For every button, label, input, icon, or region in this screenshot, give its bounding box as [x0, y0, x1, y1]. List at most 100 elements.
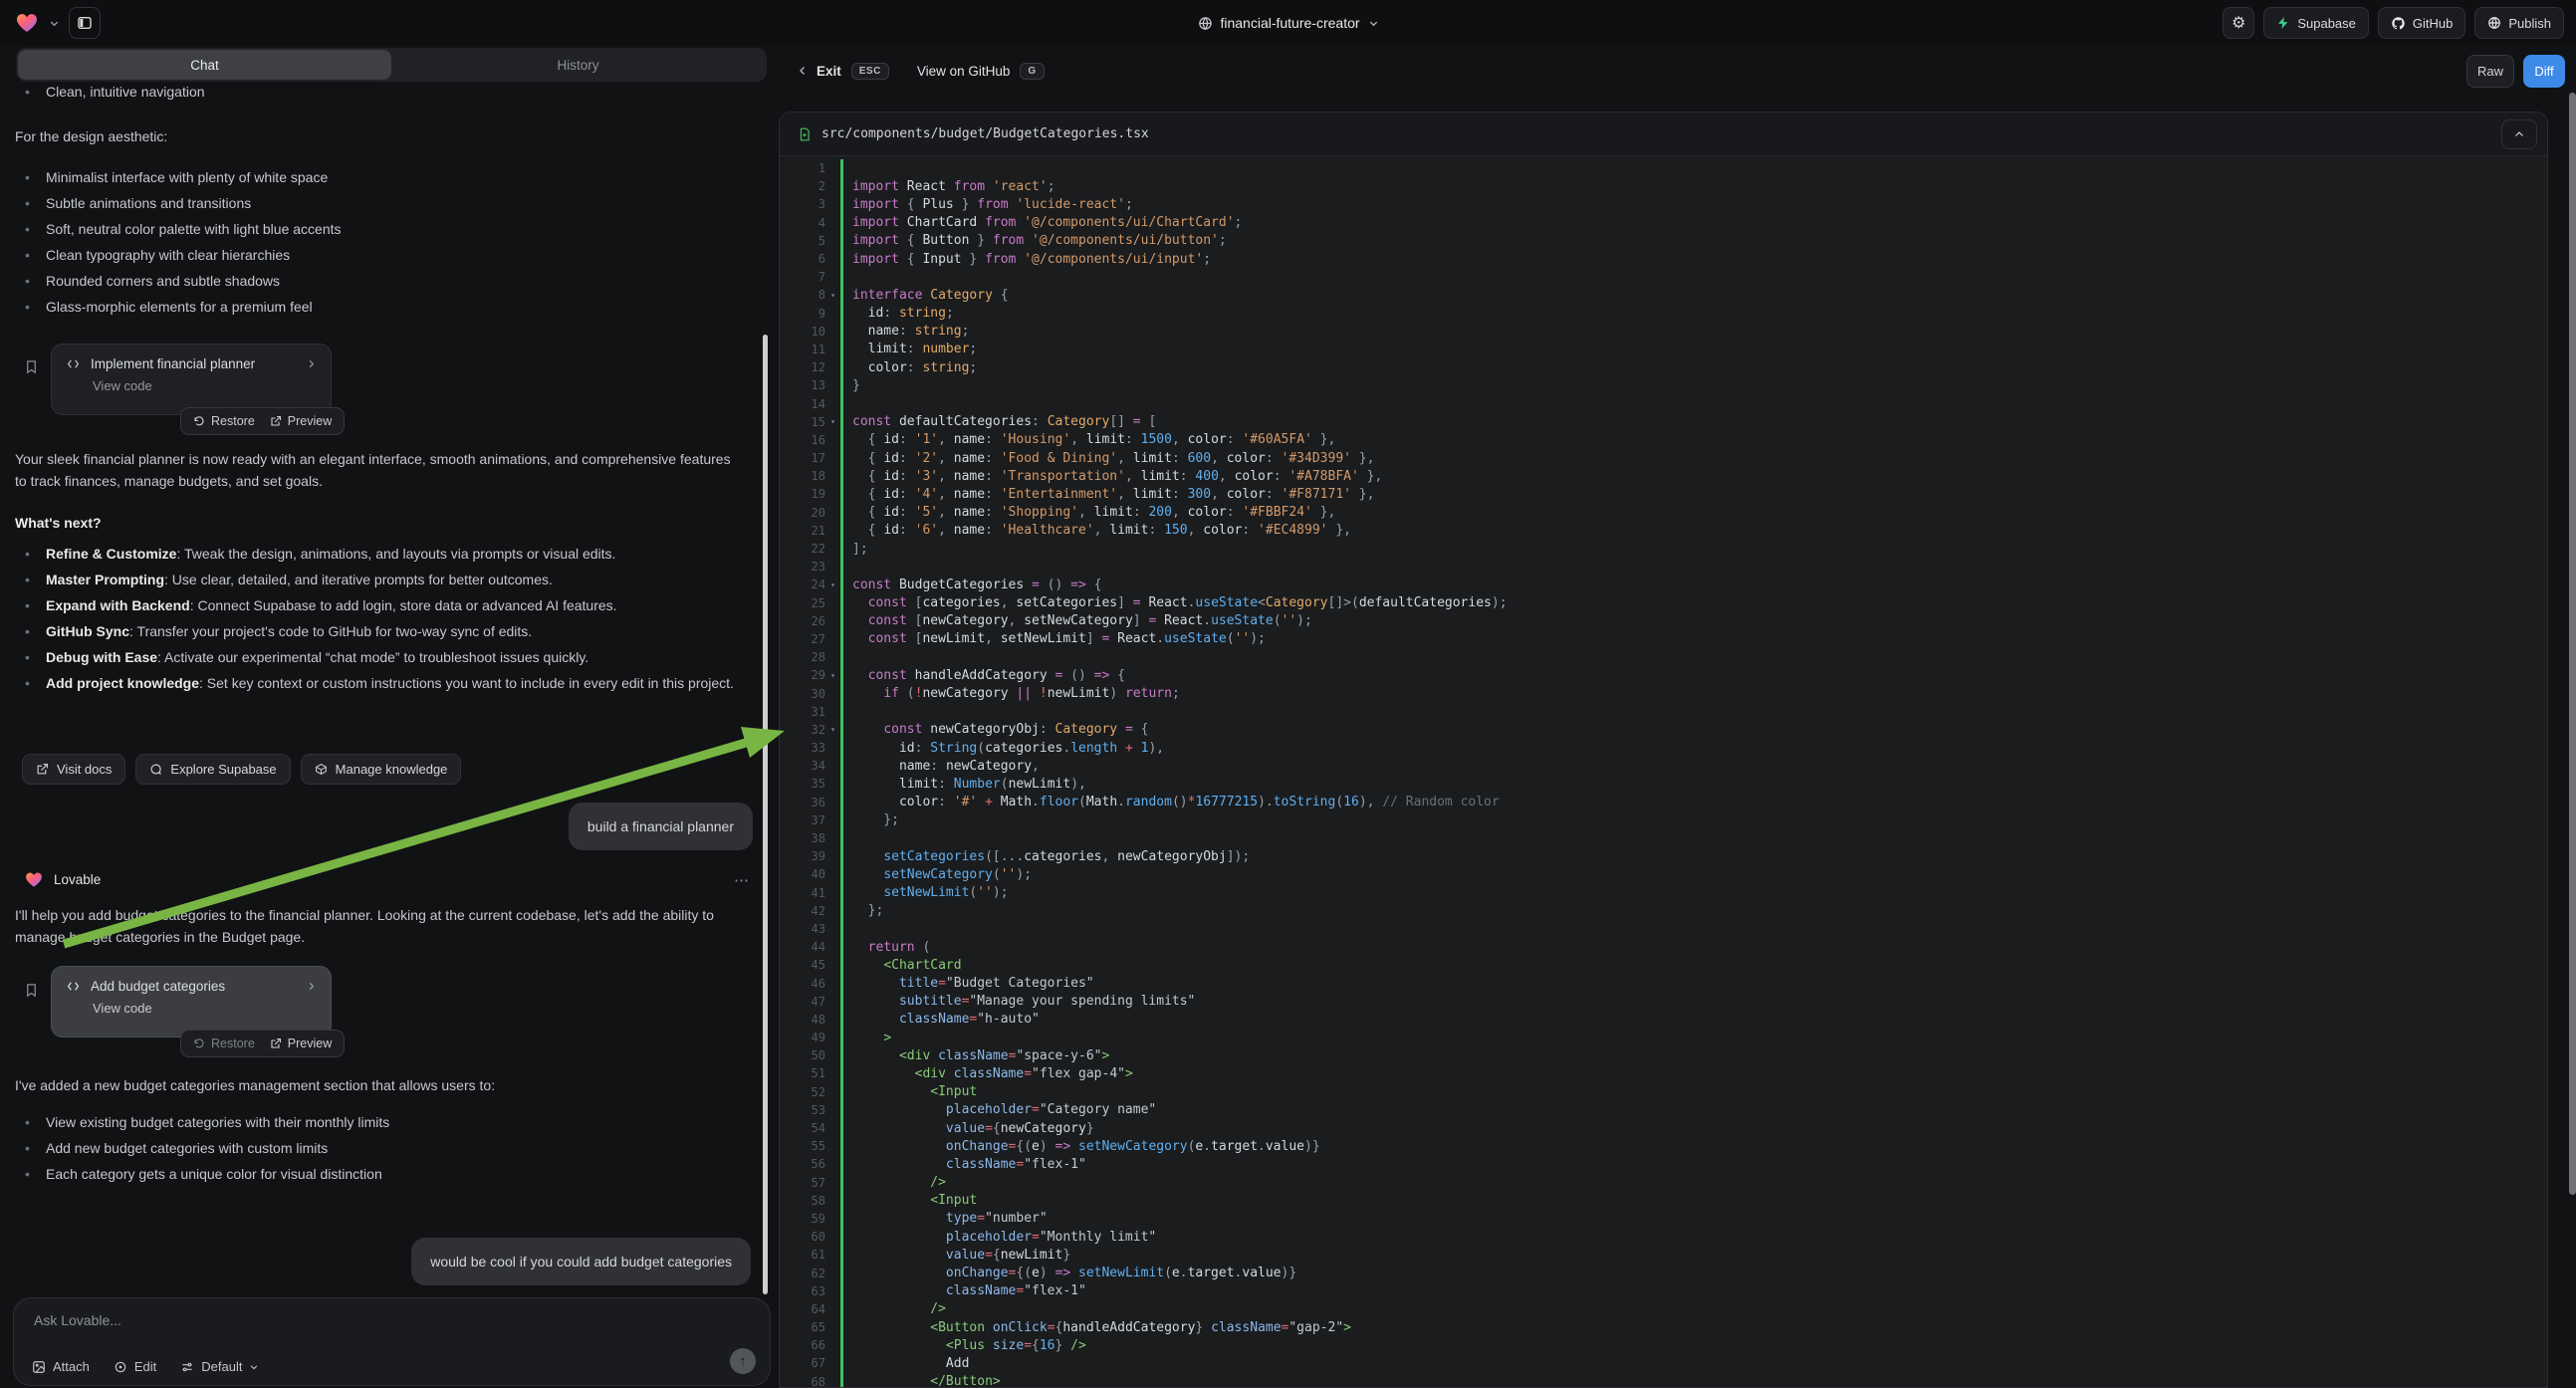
code-line: 50 <div className="space-y-6"> [780, 1046, 2547, 1064]
code-line: 16 { id: '1', name: 'Housing', limit: 15… [780, 431, 2547, 449]
fold-caret-icon[interactable]: ▾ [825, 580, 840, 589]
line-number: 65 [780, 1320, 825, 1334]
code-text: { id: '5', name: 'Shopping', limit: 200,… [843, 505, 1335, 520]
line-number: 13 [780, 378, 825, 392]
code-line: 54 value={newCategory} [780, 1119, 2547, 1137]
chevron-right-icon [306, 981, 317, 992]
bookmark-icon[interactable] [24, 982, 39, 999]
toggle-sidebar-button[interactable] [69, 7, 101, 39]
list-item: Subtle animations and transitions [15, 195, 734, 212]
composer[interactable]: Ask Lovable... Attach Edit Default ↑ [13, 1297, 771, 1386]
github-icon [2391, 16, 2406, 31]
line-number: 12 [780, 360, 825, 374]
preview-button[interactable]: Preview [270, 1037, 332, 1050]
version-card-add-budget-categories[interactable]: Add budget categories View code [51, 966, 332, 1038]
line-number: 7 [780, 270, 825, 284]
diff-added-gutter [840, 159, 843, 177]
version-actions: Restore Preview [180, 1030, 345, 1057]
line-number: 21 [780, 524, 825, 538]
composer-input[interactable]: Ask Lovable... [34, 1312, 121, 1328]
line-number: 50 [780, 1048, 825, 1062]
code-editor[interactable]: 12import React from 'react';3import { Pl… [780, 156, 2547, 1388]
view-code-link[interactable]: View code [93, 378, 317, 393]
restore-button[interactable]: Restore [193, 414, 255, 428]
version-title: Implement financial planner [91, 356, 255, 371]
code-line: 23 [780, 558, 2547, 576]
fold-caret-icon[interactable]: ▾ [825, 417, 840, 426]
collapse-file-button[interactable] [2501, 119, 2537, 149]
project-selector[interactable]: financial-future-creator [1197, 0, 1378, 46]
attach-button[interactable]: Attach [32, 1359, 90, 1374]
visit-docs-button[interactable]: Visit docs [22, 754, 125, 785]
tab-history[interactable]: History [391, 50, 765, 80]
code-text: setCategories([...categories, newCategor… [843, 849, 1250, 864]
line-number: 3 [780, 197, 825, 211]
code-line: 67 Add [780, 1354, 2547, 1372]
manage-knowledge-button[interactable]: Manage knowledge [301, 754, 462, 785]
code-text: subtitle="Manage your spending limits" [843, 994, 1195, 1009]
publish-button[interactable]: Publish [2474, 7, 2564, 39]
diff-toggle-button[interactable]: Diff [2523, 55, 2565, 88]
fold-caret-icon[interactable]: ▾ [825, 291, 840, 300]
mode-selector[interactable]: Default [180, 1359, 259, 1374]
code-line: 21 { id: '6', name: 'Healthcare', limit:… [780, 522, 2547, 540]
code-line: 20 { id: '5', name: 'Shopping', limit: 2… [780, 504, 2547, 522]
chevron-left-icon [797, 65, 809, 77]
code-line: 30 if (!newCategory || !newLimit) return… [780, 684, 2547, 702]
more-options-button[interactable]: ⋯ [734, 871, 751, 889]
settings-button[interactable]: ⚙ [2223, 7, 2254, 39]
workspace-chevron-down-icon[interactable] [49, 18, 60, 29]
line-number: 59 [780, 1212, 825, 1226]
supabase-button[interactable]: Supabase [2263, 7, 2369, 39]
lovable-heart-icon [24, 870, 44, 889]
chat-bubble-icon [149, 763, 162, 776]
code-text: <div className="flex gap-4"> [843, 1066, 1133, 1081]
line-number: 35 [780, 777, 825, 791]
github-button[interactable]: GitHub [2378, 7, 2465, 39]
code-text: onChange={(e) => setNewCategory(e.target… [843, 1139, 1320, 1154]
code-line: 38 [780, 829, 2547, 847]
version-card-implement-financial-planner[interactable]: Implement financial planner View code [51, 344, 332, 415]
assistant-header: Lovable ⋯ [24, 870, 751, 889]
code-text: const [categories, setCategories] = Reac… [843, 595, 1508, 610]
code-line: 66 <Plus size={16} /> [780, 1336, 2547, 1354]
chat-history-tabs: Chat History [16, 48, 767, 82]
globe-icon [1197, 16, 1212, 31]
sliders-icon [180, 1360, 194, 1374]
line-number: 58 [780, 1194, 825, 1208]
code-line: 53 placeholder="Category name" [780, 1101, 2547, 1119]
view-on-github-link[interactable]: View on GitHub [917, 64, 1011, 79]
send-button[interactable]: ↑ [730, 1348, 756, 1374]
code-text: limit: Number(newLimit), [843, 777, 1086, 792]
line-number: 20 [780, 506, 825, 520]
file-header[interactable]: src/components/budget/BudgetCategories.t… [780, 113, 2547, 156]
line-number: 43 [780, 922, 825, 936]
code-text: { id: '4', name: 'Entertainment', limit:… [843, 487, 1374, 502]
fold-caret-icon[interactable]: ▾ [825, 725, 840, 734]
list-item: Debug with Ease: Activate our experiment… [15, 649, 734, 666]
view-code-link[interactable]: View code [93, 1001, 317, 1016]
code-line: 6import { Input } from '@/components/ui/… [780, 250, 2547, 268]
code-scrollbar[interactable] [2569, 93, 2576, 1195]
fold-caret-icon[interactable]: ▾ [825, 671, 840, 680]
code-line: 10 name: string; [780, 323, 2547, 341]
code-icon [66, 980, 81, 993]
explore-supabase-button[interactable]: Explore Supabase [135, 754, 290, 785]
line-number: 11 [780, 343, 825, 356]
chat-scrollbar[interactable] [763, 335, 768, 1294]
lovable-logo-heart-icon[interactable] [14, 11, 40, 35]
bookmark-icon[interactable] [24, 358, 39, 375]
line-number: 56 [780, 1157, 825, 1171]
edit-button[interactable]: Edit [114, 1359, 156, 1374]
code-text: > [843, 1031, 891, 1045]
publish-globe-icon [2487, 16, 2501, 30]
exit-button[interactable]: Exit [817, 64, 841, 79]
assistant-summary: Your sleek financial planner is now read… [15, 448, 734, 492]
tab-chat[interactable]: Chat [18, 50, 391, 80]
code-line: 26 const [newCategory, setNewCategory] =… [780, 612, 2547, 630]
code-text: }; [843, 903, 883, 918]
restore-button[interactable]: Restore [193, 1037, 255, 1050]
preview-button[interactable]: Preview [270, 414, 332, 428]
code-line: 29▾ const handleAddCategory = () => { [780, 666, 2547, 684]
raw-toggle-button[interactable]: Raw [2466, 55, 2514, 88]
